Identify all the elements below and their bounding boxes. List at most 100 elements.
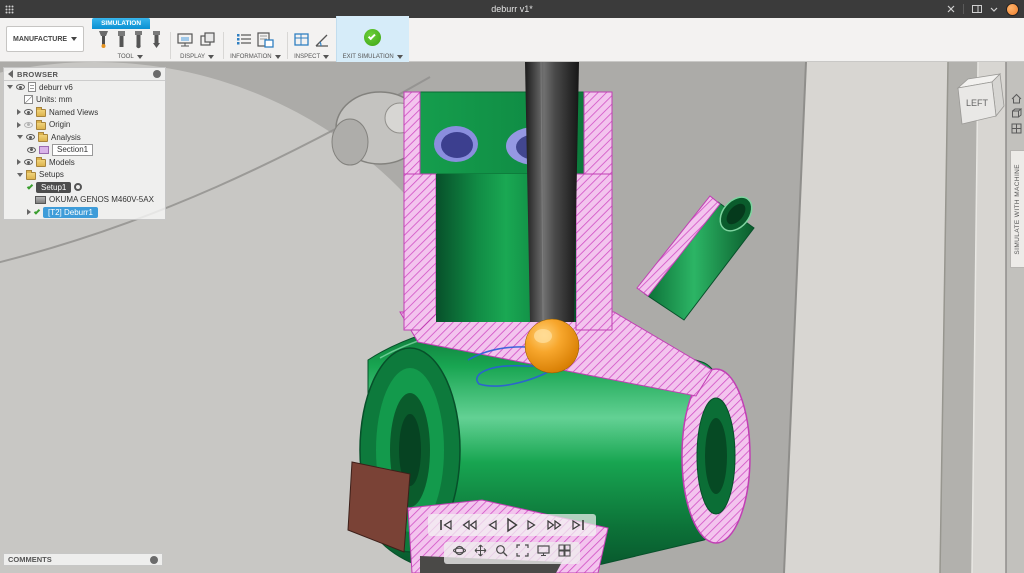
measure-table-icon[interactable] (294, 32, 310, 53)
tab-simulation[interactable]: SIMULATION (92, 18, 150, 29)
grid-settings-icon[interactable] (558, 544, 571, 562)
units-icon (24, 95, 33, 104)
item-label: Origin (49, 120, 70, 129)
browser-item-setup1[interactable]: Setup1 (4, 181, 165, 194)
browser-panel: BROWSER deburr v6 Units: mm Named Views (3, 67, 166, 220)
play-button[interactable] (505, 517, 519, 533)
expander-icon[interactable] (17, 122, 21, 128)
view-navigation-bar (444, 542, 580, 564)
information-group-label[interactable]: INFORMATION (230, 54, 281, 60)
visibility-eye-icon[interactable] (24, 159, 33, 165)
go-to-end-button[interactable] (570, 518, 586, 532)
chevron-down-icon (275, 55, 281, 59)
item-label: [T2] Deburr1 (43, 207, 98, 218)
go-to-start-button[interactable] (438, 518, 454, 532)
chevron-down-icon (208, 55, 214, 59)
panel-options-icon[interactable] (153, 70, 161, 78)
ribbon-group-inspect: INSPECT (288, 29, 336, 62)
display-settings-icon[interactable] (537, 544, 550, 562)
item-label: Setups (39, 170, 64, 179)
machine-display-icon[interactable] (177, 32, 195, 53)
chamfer-tool-icon[interactable] (149, 30, 164, 54)
collapse-left-icon (8, 70, 13, 78)
workspace-label: MANUFACTURE (13, 36, 67, 43)
browser-item-document[interactable]: deburr v6 (4, 81, 165, 94)
step-forward-button[interactable] (526, 518, 539, 532)
stock-display-icon[interactable] (199, 32, 217, 53)
orbit-icon[interactable] (453, 544, 466, 562)
flat-endmill-icon[interactable] (115, 30, 128, 54)
inspect-group-label[interactable]: INSPECT (294, 54, 329, 60)
folder-icon (36, 159, 46, 167)
expander-icon[interactable] (17, 109, 21, 115)
home-view-icon[interactable] (1010, 92, 1022, 104)
zoom-icon[interactable] (495, 544, 508, 562)
cube-view-icon[interactable] (1010, 107, 1022, 119)
machine-icon (35, 196, 46, 204)
item-label: Setup1 (36, 182, 71, 193)
visibility-eye-icon[interactable] (16, 84, 25, 90)
play-backward-button[interactable] (461, 518, 478, 532)
comments-bar[interactable]: COMMENTS (3, 553, 163, 566)
close-document-icon[interactable] (947, 5, 955, 13)
canvas-area: BROWSER deburr v6 Units: mm Named Views (0, 62, 1024, 573)
expander-icon[interactable] (17, 173, 23, 177)
panel-layout-icon[interactable] (972, 5, 982, 13)
browser-item-machine[interactable]: OKUMA GENOS M460V-5AX (4, 194, 165, 207)
browser-item-origin[interactable]: Origin (4, 119, 165, 132)
tab-simulate-with-machine[interactable]: SIMULATE WITH MACHINE (1010, 150, 1024, 268)
section-icon (39, 146, 49, 154)
step-backward-button[interactable] (485, 518, 498, 532)
browser-item-analysis[interactable]: Analysis (4, 131, 165, 144)
document-icon (28, 82, 36, 92)
browser-item-models[interactable]: Models (4, 156, 165, 169)
titlebar-separator (963, 4, 964, 14)
tool-group-label[interactable]: TOOL (117, 54, 142, 60)
browser-item-units[interactable]: Units: mm (4, 94, 165, 107)
item-label: Section1 (52, 144, 93, 156)
expander-icon[interactable] (7, 85, 13, 89)
item-label: Named Views (49, 108, 98, 117)
item-label: Units: mm (36, 95, 72, 104)
user-avatar[interactable] (1006, 3, 1019, 16)
visibility-eye-icon[interactable] (26, 134, 35, 140)
check-icon (34, 208, 40, 214)
item-label: OKUMA GENOS M460V-5AX (49, 195, 154, 204)
app-grid-icon[interactable] (5, 5, 14, 14)
fast-forward-button[interactable] (546, 518, 563, 532)
ball-endmill-icon[interactable] (132, 30, 145, 54)
ribbon-group-display: DISPLAY (171, 29, 223, 62)
green-check-icon (364, 29, 381, 46)
exit-simulation-button[interactable]: EXIT SIMULATION (336, 16, 409, 62)
tool-holder-icon[interactable] (96, 30, 111, 54)
workspace-selector[interactable]: MANUFACTURE (6, 26, 84, 52)
gear-icon[interactable] (74, 183, 82, 191)
chevron-down-icon[interactable] (990, 7, 998, 12)
titlebar: deburr v1* (0, 0, 1024, 18)
browser-item-setups[interactable]: Setups (4, 169, 165, 182)
grid-view-icon[interactable] (1010, 122, 1022, 134)
visibility-eye-icon[interactable] (24, 109, 33, 115)
comments-title: COMMENTS (8, 555, 52, 564)
gcode-info-icon[interactable] (257, 32, 274, 53)
folder-icon (26, 172, 36, 180)
simulation-playback-controls (428, 514, 596, 536)
display-group-label[interactable]: DISPLAY (180, 54, 214, 60)
view-cube[interactable]: LEFT (944, 70, 1008, 135)
expander-icon[interactable] (17, 159, 21, 165)
expander-icon[interactable] (17, 135, 23, 139)
browser-header[interactable]: BROWSER (4, 68, 165, 81)
statistics-list-icon[interactable] (236, 32, 253, 53)
pan-icon[interactable] (474, 544, 487, 562)
ribbon-tab-row: SIMULATION (90, 18, 1024, 29)
measure-angle-icon[interactable] (314, 32, 330, 53)
browser-item-section1[interactable]: Section1 (4, 144, 165, 157)
comments-options-icon[interactable] (150, 556, 158, 564)
fit-view-icon[interactable] (516, 544, 529, 562)
browser-item-named-views[interactable]: Named Views (4, 106, 165, 119)
browser-item-deburr1[interactable]: [T2] Deburr1 (4, 206, 165, 219)
expander-icon[interactable] (27, 209, 31, 215)
visibility-eye-icon[interactable] (24, 122, 33, 128)
visibility-eye-icon[interactable] (27, 147, 36, 153)
chevron-down-icon (137, 55, 143, 59)
